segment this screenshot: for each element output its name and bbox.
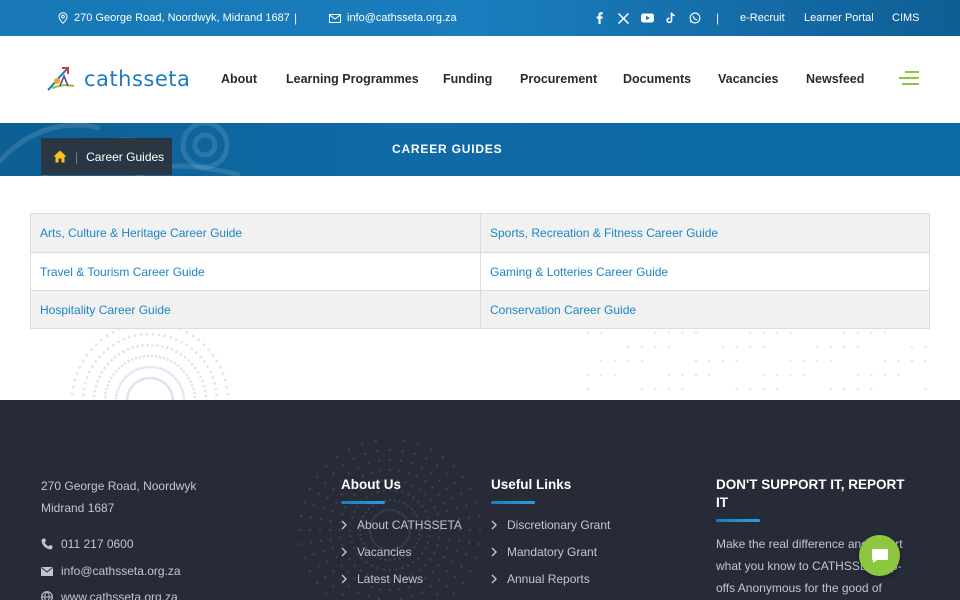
- hamburger-menu-icon[interactable]: [899, 71, 919, 86]
- footer-report-heading-line2: IT: [716, 495, 728, 510]
- heading-underline: [341, 501, 385, 504]
- chevron-right-icon: [341, 547, 347, 557]
- footer-link-mandatory-grant[interactable]: Mandatory Grant: [491, 545, 597, 559]
- table-row: Hospitality Career Guide Conservation Ca…: [31, 290, 929, 328]
- topbar-link-erecruit[interactable]: e-Recruit: [740, 0, 785, 36]
- footer-link-label[interactable]: Annual Reports: [507, 572, 590, 586]
- footer-link-about-cathsseta[interactable]: About CATHSSETA: [341, 518, 462, 532]
- topbar-link-learner-portal[interactable]: Learner Portal: [804, 0, 874, 36]
- logo-text: cathsseta: [84, 67, 191, 91]
- topbar-link-label[interactable]: Learner Portal: [804, 12, 874, 24]
- chevron-right-icon: [341, 520, 347, 530]
- top-bar: 270 George Road, Noordwyk, Midrand 1687 …: [0, 0, 960, 36]
- breadcrumb: | Career Guides: [41, 138, 172, 175]
- footer-website[interactable]: www.cathsseta.org.za: [41, 590, 178, 600]
- footer-address-line1: 270 George Road, Noordwyk: [41, 479, 197, 493]
- footer-link-label[interactable]: Discretionary Grant: [507, 518, 610, 532]
- footer-phone-text[interactable]: 011 217 0600: [61, 537, 134, 551]
- topbar-email-text[interactable]: info@cathsseta.org.za: [347, 12, 457, 24]
- envelope-icon: [41, 566, 53, 576]
- table-row: Travel & Tourism Career Guide Gaming & L…: [31, 252, 929, 290]
- guide-link-hospitality[interactable]: Hospitality Career Guide: [31, 291, 480, 328]
- guide-link-sports-recreation-fitness[interactable]: Sports, Recreation & Fitness Career Guid…: [480, 214, 929, 252]
- footer-phone[interactable]: 011 217 0600: [41, 537, 134, 551]
- breadcrumb-separator: |: [75, 149, 79, 164]
- guide-link-travel-tourism[interactable]: Travel & Tourism Career Guide: [31, 253, 480, 290]
- logo-mark-icon: [47, 67, 75, 91]
- footer-report-heading: DON'T SUPPORT IT, REPORT: [716, 477, 905, 492]
- heading-underline: [491, 501, 535, 504]
- youtube-icon[interactable]: [635, 13, 659, 23]
- whatsapp-icon[interactable]: [683, 12, 707, 24]
- guide-link-arts-culture-heritage[interactable]: Arts, Culture & Heritage Career Guide: [31, 214, 480, 252]
- guide-link-gaming-lotteries[interactable]: Gaming & Lotteries Career Guide: [480, 253, 929, 290]
- guide-link-conservation[interactable]: Conservation Career Guide: [480, 291, 929, 328]
- career-guides-table: Arts, Culture & Heritage Career Guide Sp…: [30, 213, 930, 329]
- globe-icon: [41, 591, 53, 600]
- chevron-right-icon: [491, 547, 497, 557]
- footer-website-text[interactable]: www.cathsseta.org.za: [61, 590, 178, 600]
- social-links: [587, 0, 707, 36]
- heading-underline: [716, 519, 760, 522]
- topbar-divider: |: [294, 11, 298, 25]
- footer-link-vacancies[interactable]: Vacancies: [341, 545, 411, 559]
- footer-link-label[interactable]: Latest News: [357, 572, 423, 586]
- topbar-address: 270 George Road, Noordwyk, Midrand 1687: [58, 0, 290, 36]
- nav-vacancies[interactable]: Vacancies: [718, 72, 778, 86]
- chat-widget-button[interactable]: [859, 535, 900, 576]
- facebook-icon[interactable]: [587, 12, 611, 24]
- nav-about[interactable]: About: [221, 72, 257, 86]
- nav-procurement[interactable]: Procurement: [520, 72, 597, 86]
- home-icon[interactable]: [53, 150, 67, 163]
- nav-documents[interactable]: Documents: [623, 72, 691, 86]
- location-pin-icon: [58, 12, 68, 24]
- chevron-right-icon: [491, 574, 497, 584]
- topbar-address-text: 270 George Road, Noordwyk, Midrand 1687: [74, 12, 290, 24]
- footer-link-discretionary-grant[interactable]: Discretionary Grant: [491, 518, 610, 532]
- footer-email[interactable]: info@cathsseta.org.za: [41, 564, 181, 578]
- table-row: Arts, Culture & Heritage Career Guide Sp…: [31, 214, 929, 252]
- chevron-right-icon: [341, 574, 347, 584]
- topbar-link-label[interactable]: e-Recruit: [740, 12, 785, 24]
- footer-link-label[interactable]: Mandatory Grant: [507, 545, 597, 559]
- envelope-icon: [329, 13, 341, 23]
- footer-link-latest-news[interactable]: Latest News: [341, 572, 423, 586]
- site-logo[interactable]: cathsseta: [46, 64, 190, 94]
- footer-link-label[interactable]: Vacancies: [357, 545, 411, 559]
- footer-about-heading: About Us: [341, 477, 401, 492]
- chat-bubble-icon: [871, 548, 888, 563]
- footer-address-line2: Midrand 1687: [41, 501, 115, 515]
- tiktok-icon[interactable]: [659, 12, 683, 24]
- footer-link-annual-reports[interactable]: Annual Reports: [491, 572, 590, 586]
- footer-useful-heading: Useful Links: [491, 477, 572, 492]
- nav-funding[interactable]: Funding: [443, 72, 492, 86]
- topbar-link-label[interactable]: CIMS: [892, 12, 920, 24]
- phone-icon: [41, 538, 53, 550]
- site-header: cathsseta About Learning Programmes Fund…: [0, 36, 960, 123]
- topbar-email[interactable]: info@cathsseta.org.za: [329, 0, 457, 36]
- footer-report-text-line3: offs Anonymous for the good of: [716, 581, 882, 595]
- breadcrumb-current: Career Guides: [86, 149, 165, 164]
- page-title: CAREER GUIDES: [392, 142, 503, 156]
- chevron-right-icon: [491, 520, 497, 530]
- topbar-divider-2: |: [716, 11, 720, 25]
- topbar-link-cims[interactable]: CIMS: [892, 0, 920, 36]
- footer-link-label[interactable]: About CATHSSETA: [357, 518, 462, 532]
- site-footer: 270 George Road, Noordwyk Midrand 1687 0…: [0, 400, 960, 600]
- nav-newsfeed[interactable]: Newsfeed: [806, 72, 864, 86]
- x-icon[interactable]: [611, 12, 635, 24]
- footer-email-text[interactable]: info@cathsseta.org.za: [61, 564, 181, 578]
- nav-learning-programmes[interactable]: Learning Programmes: [286, 72, 419, 86]
